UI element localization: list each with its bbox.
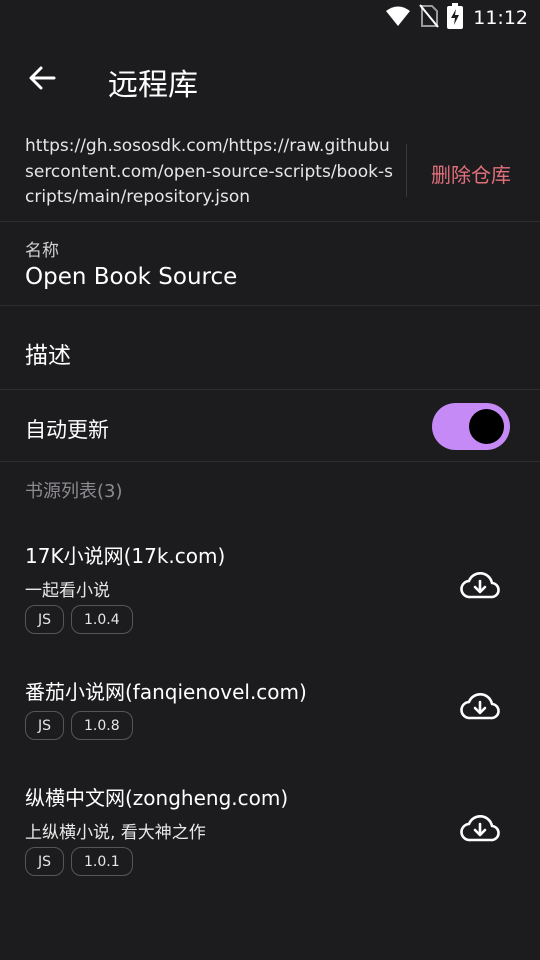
source-title: 纵横中文网(zongheng.com) [25, 786, 289, 810]
sources-section-title: 书源列表(3) [25, 481, 123, 502]
back-button[interactable] [20, 58, 64, 102]
repository-url: https://gh.sososdk.com/https://raw.githu… [25, 136, 393, 207]
wifi-icon [385, 5, 411, 31]
status-icons: 11:12 [385, 3, 528, 33]
description-label: 描述 [25, 343, 71, 369]
source-subtitle: 一起看小说 [25, 581, 110, 601]
arrow-left-icon [28, 64, 56, 96]
cloud-download-icon [460, 813, 500, 847]
delete-repository-button[interactable]: 删除仓库 [431, 159, 511, 188]
cloud-download-icon [460, 691, 500, 725]
source-item[interactable]: 17K小说网(17k.com) 一起看小说 JS 1.0.4 [0, 530, 540, 650]
source-item[interactable]: 纵横中文网(zongheng.com) 上纵横小说, 看大神之作 JS 1.0.… [0, 772, 540, 892]
download-button[interactable] [458, 565, 502, 609]
toggle-knob [469, 409, 504, 444]
battery-charging-icon [447, 3, 464, 33]
app-bar: 远程库 [0, 36, 540, 124]
divider [0, 305, 540, 306]
source-title: 17K小说网(17k.com) [25, 544, 226, 568]
tag-chip: JS [25, 605, 65, 634]
no-sim-icon [419, 4, 440, 32]
divider [0, 221, 540, 222]
download-button[interactable] [458, 686, 502, 730]
cloud-download-icon [460, 570, 500, 604]
page-title: 远程库 [108, 68, 198, 103]
source-tags: JS 1.0.8 [25, 711, 133, 740]
version-chip: 1.0.1 [71, 847, 133, 876]
name-label: 名称 [25, 241, 59, 261]
status-time: 11:12 [473, 7, 528, 29]
name-value: Open Book Source [25, 264, 238, 290]
download-button[interactable] [458, 808, 502, 852]
version-chip: 1.0.8 [71, 711, 133, 740]
vertical-divider [406, 144, 407, 197]
source-item[interactable]: 番茄小说网(fanqienovel.com) JS 1.0.8 [0, 666, 540, 766]
status-bar: 11:12 [0, 0, 540, 36]
source-tags: JS 1.0.1 [25, 847, 133, 876]
source-title: 番茄小说网(fanqienovel.com) [25, 680, 307, 704]
source-tags: JS 1.0.4 [25, 605, 133, 634]
tag-chip: JS [25, 711, 65, 740]
divider [0, 389, 540, 390]
version-chip: 1.0.4 [71, 605, 133, 634]
source-subtitle: 上纵横小说, 看大神之作 [25, 823, 206, 843]
tag-chip: JS [25, 847, 65, 876]
auto-update-label: 自动更新 [25, 418, 109, 442]
auto-update-toggle[interactable] [432, 403, 510, 450]
divider [0, 461, 540, 462]
repository-row: https://gh.sososdk.com/https://raw.githu… [0, 124, 540, 221]
